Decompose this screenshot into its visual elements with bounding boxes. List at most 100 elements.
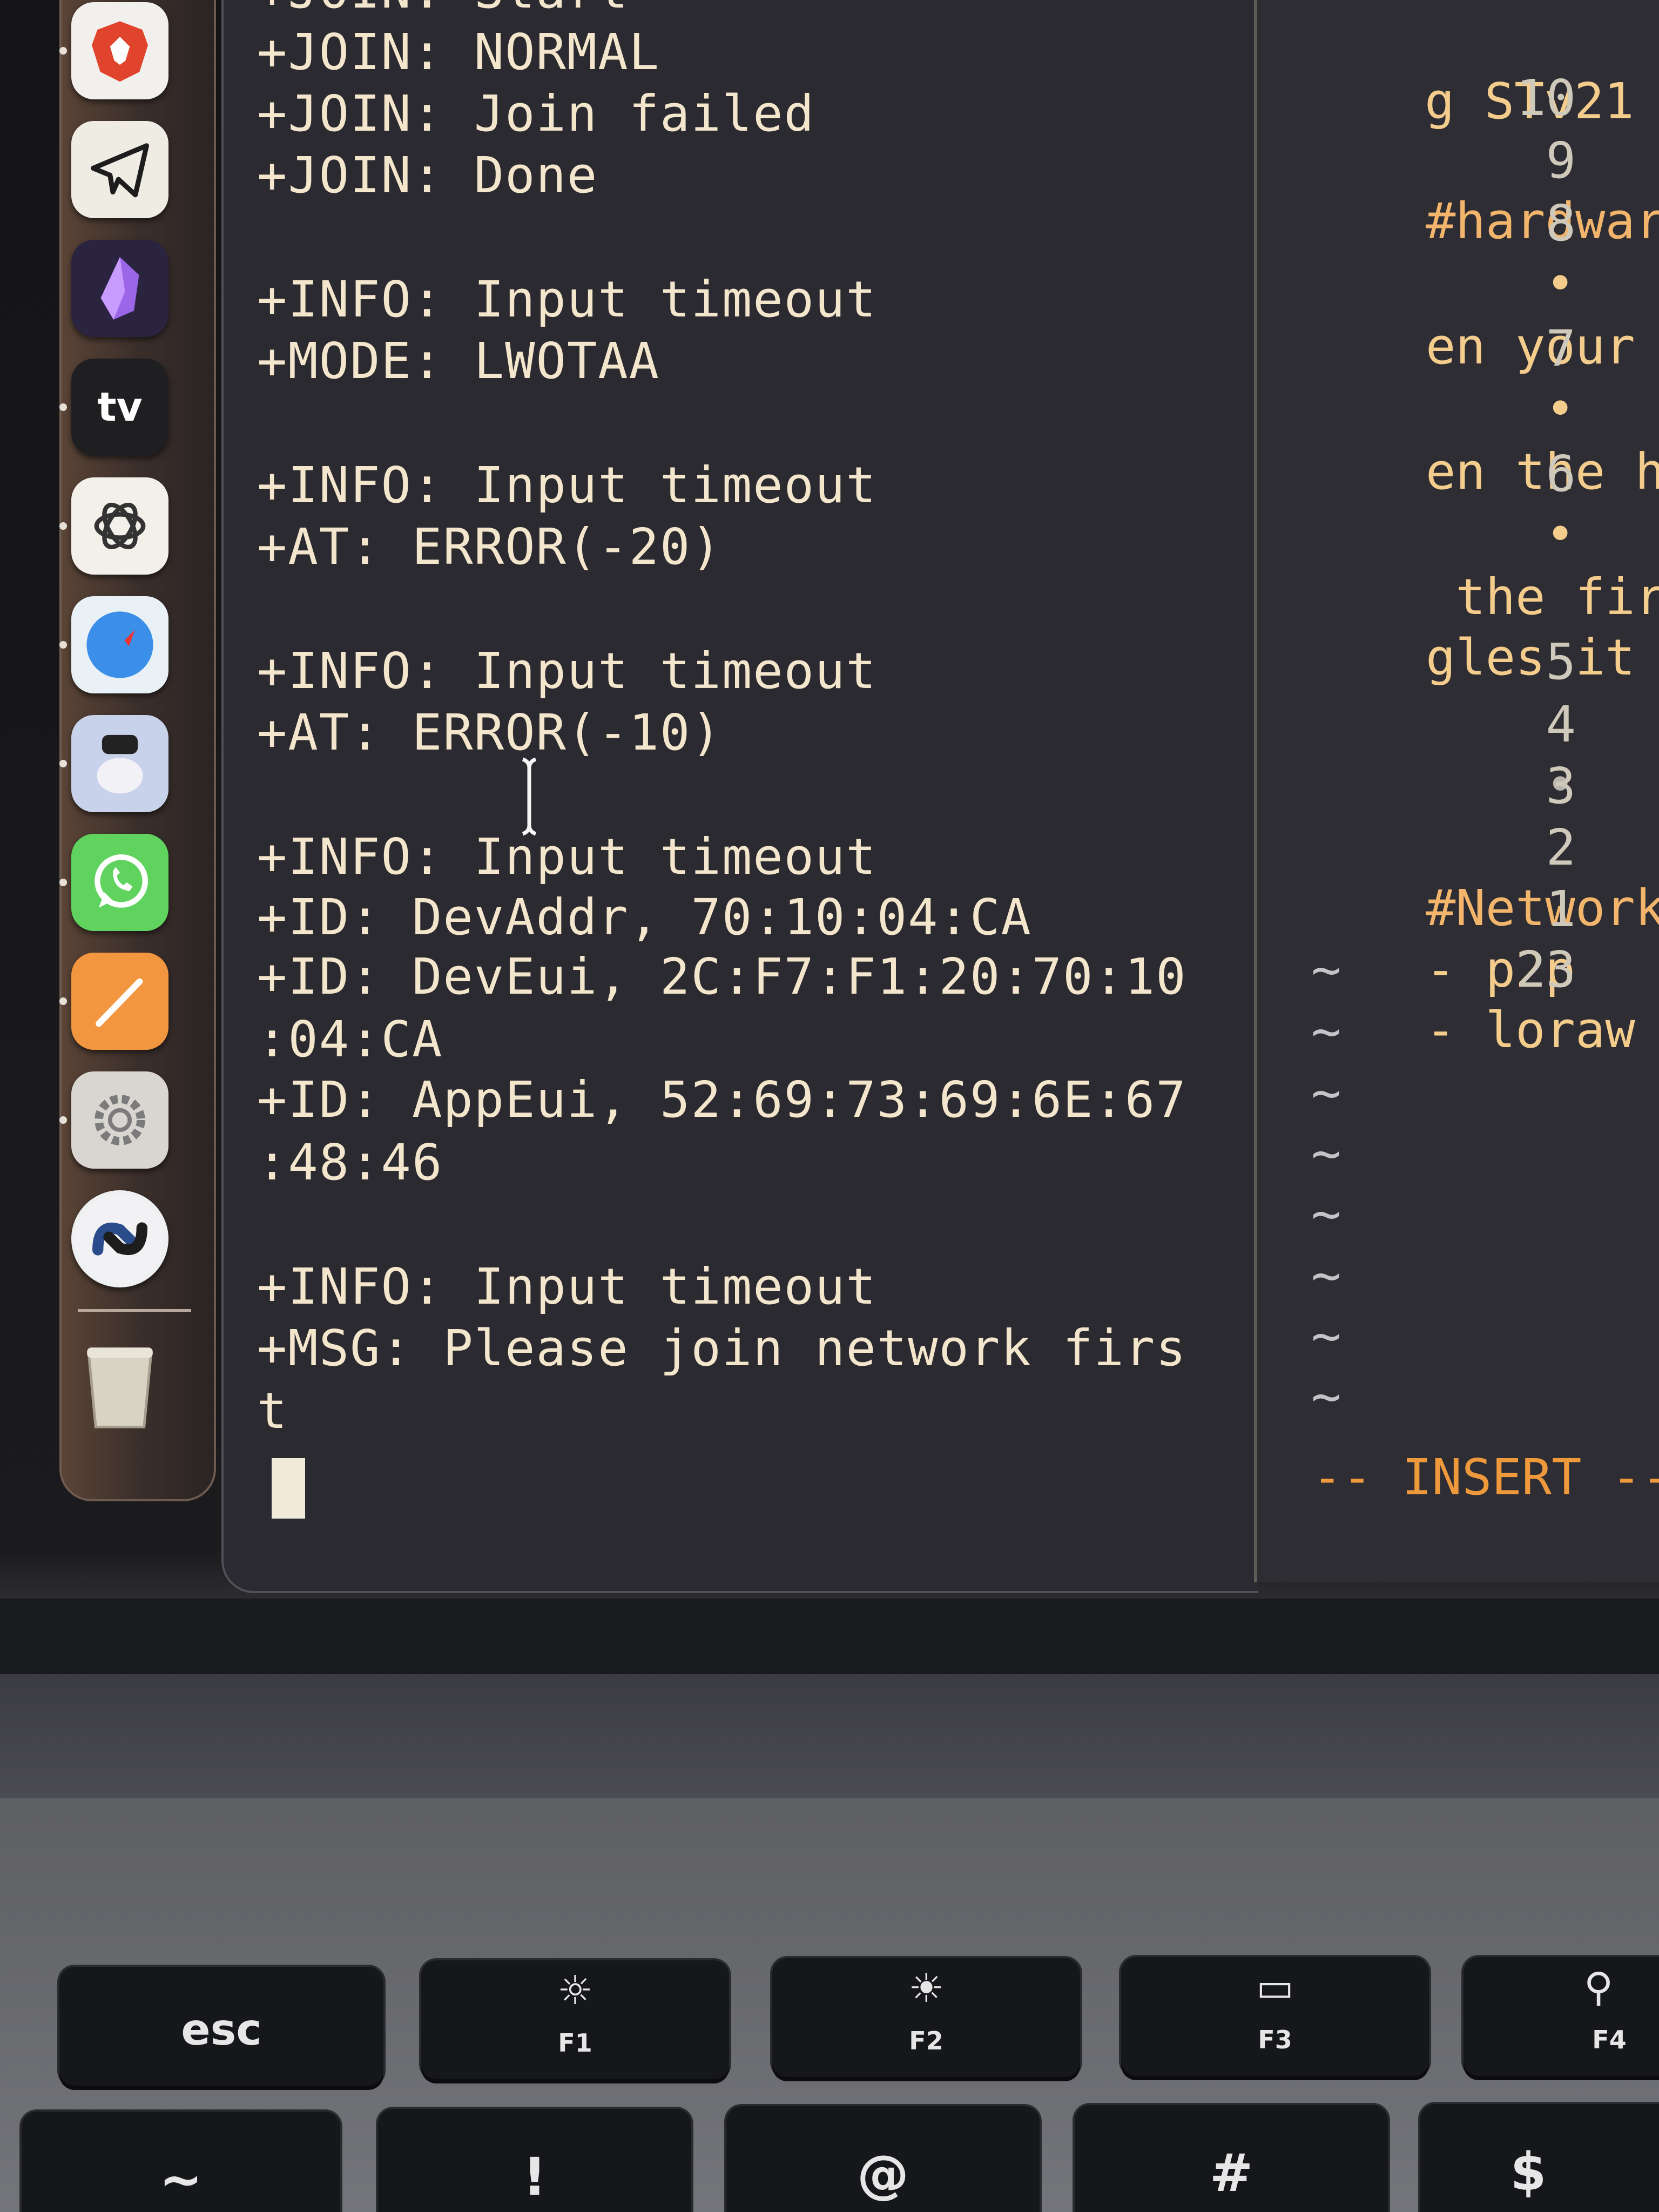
empty-line-marker: ~ (1311, 1124, 1341, 1182)
brightness-up-icon: ☀ (908, 1965, 945, 2012)
obsidian-gem-shape (100, 257, 139, 320)
terminal-cursor (272, 1458, 305, 1519)
brave-browser-icon[interactable] (59, 2, 168, 99)
pages-icon[interactable] (59, 953, 168, 1050)
exclamation-key[interactable]: ! (378, 2109, 691, 2212)
vim-row: 10 (1257, 8, 1659, 127)
f2-key[interactable]: ☀ F2 (772, 1958, 1080, 2077)
obsidian-icon[interactable] (71, 240, 168, 337)
chatgpt-knot-shape (94, 502, 146, 550)
vim-row: en your (1257, 195, 1659, 375)
trash-icon[interactable] (71, 1336, 168, 1433)
terminal-line: +ID: DevEui, 2C:F7:F1:20:70:10 (257, 948, 1187, 1006)
f1-key-label: F1 (558, 2028, 592, 2058)
terminal-window[interactable]: +JOIN: Start +JOIN: NORMAL +JOIN: Join f… (221, 0, 1258, 1593)
running-indicator (59, 760, 67, 767)
mission-control-icon: ▭ (1256, 1964, 1294, 2011)
hash-key[interactable]: # (1075, 2105, 1388, 2212)
f1-key[interactable]: ☼ F1 (421, 1960, 729, 2079)
laptop-hinge (0, 1674, 1659, 1798)
vim-row: en the h (1257, 321, 1659, 501)
brave-lion-shape (92, 21, 148, 82)
empty-line-marker: ~ (1311, 1367, 1341, 1425)
f3-key[interactable]: ▭ F3 (1121, 1957, 1429, 2076)
paper-plane-shape (91, 143, 149, 198)
terminal-line: +AT: ERROR(-10) (257, 704, 722, 761)
running-indicator (59, 47, 67, 55)
terminal-line: :04:CA (257, 1010, 443, 1068)
pen-shape (96, 978, 143, 1027)
vim-row: 6 • (1257, 383, 1659, 563)
terminal-line: +JOIN: NORMAL (257, 23, 660, 81)
vim-pane[interactable]: g STv21 10 9 #hardwar 8 • en your 7 • en… (1254, 0, 1659, 1582)
vim-row: 9 #hardwar (1257, 70, 1659, 250)
terminal-line: +INFO: Input timeout (257, 1258, 877, 1316)
terminal-line: +MSG: Please join network firs (257, 1319, 1187, 1377)
terminal-line: +INFO: Input timeout (257, 271, 877, 328)
terminal-line: +INFO: Input timeout (257, 828, 877, 886)
lens-shape (97, 734, 143, 794)
vim-row: gles it (1257, 507, 1659, 686)
compass-shape (86, 611, 153, 678)
running-indicator (59, 522, 67, 530)
vim-row: 8 • (1257, 133, 1659, 313)
vim-row: 1 - p2p (1257, 819, 1659, 999)
terminal-line: :48:46 (257, 1134, 443, 1191)
system-settings-icon[interactable] (59, 1071, 168, 1169)
empty-line-marker: ~ (1311, 1246, 1341, 1304)
laptop-photo: tv +JOIN: NORMAL +JOIN: Join failed +JOI… (0, 0, 1659, 2212)
terminal-line: +INFO: Input timeout (257, 642, 877, 700)
f4-key-label: F4 (1592, 2025, 1627, 2054)
running-indicator (59, 641, 67, 649)
preview-icon[interactable] (59, 715, 168, 812)
dollar-key-label: $ (1510, 2142, 1547, 2202)
apple-tv-icon[interactable]: tv (59, 359, 168, 456)
hash-key-label: # (1209, 2143, 1253, 2203)
sync-app-icon[interactable] (71, 1190, 168, 1287)
whatsapp-bubble-shape (95, 854, 148, 908)
dock-separator (78, 1309, 191, 1312)
vim-row: 5 (1257, 571, 1659, 691)
chatgpt-icon[interactable] (59, 477, 168, 575)
terminal-line: t (257, 1382, 288, 1440)
tilde-key[interactable]: ~ (22, 2112, 340, 2212)
vim-row: 23 - loraw (1257, 879, 1659, 1059)
empty-line-marker: ~ (1311, 1185, 1341, 1243)
current-line-number: 23 (1516, 941, 1576, 999)
dollar-key[interactable]: $ (1420, 2104, 1659, 2212)
empty-line-marker: ~ (1311, 1064, 1341, 1122)
macos-dock: tv (59, 0, 216, 1501)
exclamation-key-label: ! (523, 2147, 547, 2207)
gear-icon (95, 1095, 145, 1145)
vim-row: 3 (1257, 696, 1659, 815)
keyboard-deck: esc ☼ F1 ☀ F2 ▭ F3 ⚲ F4 ~ ! @ # $ (0, 1798, 1659, 2212)
screen-bezel (0, 1599, 1659, 1674)
vim-line-text: - loraw (1426, 1001, 1635, 1059)
at-key-label: @ (857, 2144, 909, 2204)
telegram-icon[interactable] (71, 121, 168, 218)
vim-row: the fir (1257, 446, 1659, 626)
terminal-line: +INFO: Input timeout (257, 456, 877, 514)
esc-key[interactable]: esc (59, 1967, 383, 2086)
at-key[interactable]: @ (726, 2106, 1040, 2212)
whatsapp-icon[interactable] (59, 834, 168, 931)
running-indicator (59, 403, 67, 411)
f4-key[interactable]: ⚲ F4 (1464, 1957, 1659, 2076)
vim-row: 2 #Network (1257, 757, 1659, 937)
sync-loop-shape (76, 1195, 164, 1283)
running-indicator (59, 879, 67, 886)
running-indicator (59, 997, 67, 1005)
empty-line-marker: ~ (1311, 941, 1341, 999)
ibeam-cursor-icon (522, 757, 537, 836)
f3-key-label: F3 (1258, 2025, 1292, 2054)
terminal-line: +JOIN: Done (257, 146, 598, 204)
safari-icon[interactable] (59, 596, 168, 693)
vim-row: 7 • (1257, 258, 1659, 438)
esc-key-label: esc (181, 2005, 262, 2055)
brightness-down-icon: ☼ (557, 1967, 594, 2014)
empty-line-marker: ~ (1311, 1307, 1341, 1365)
terminal-line: +AT: ERROR(-20) (257, 518, 722, 576)
terminal-line: +ID: AppEui, 52:69:73:69:6E:67 (257, 1071, 1187, 1129)
f2-key-label: F2 (909, 2026, 943, 2055)
terminal-line: +JOIN: Start (257, 0, 629, 22)
